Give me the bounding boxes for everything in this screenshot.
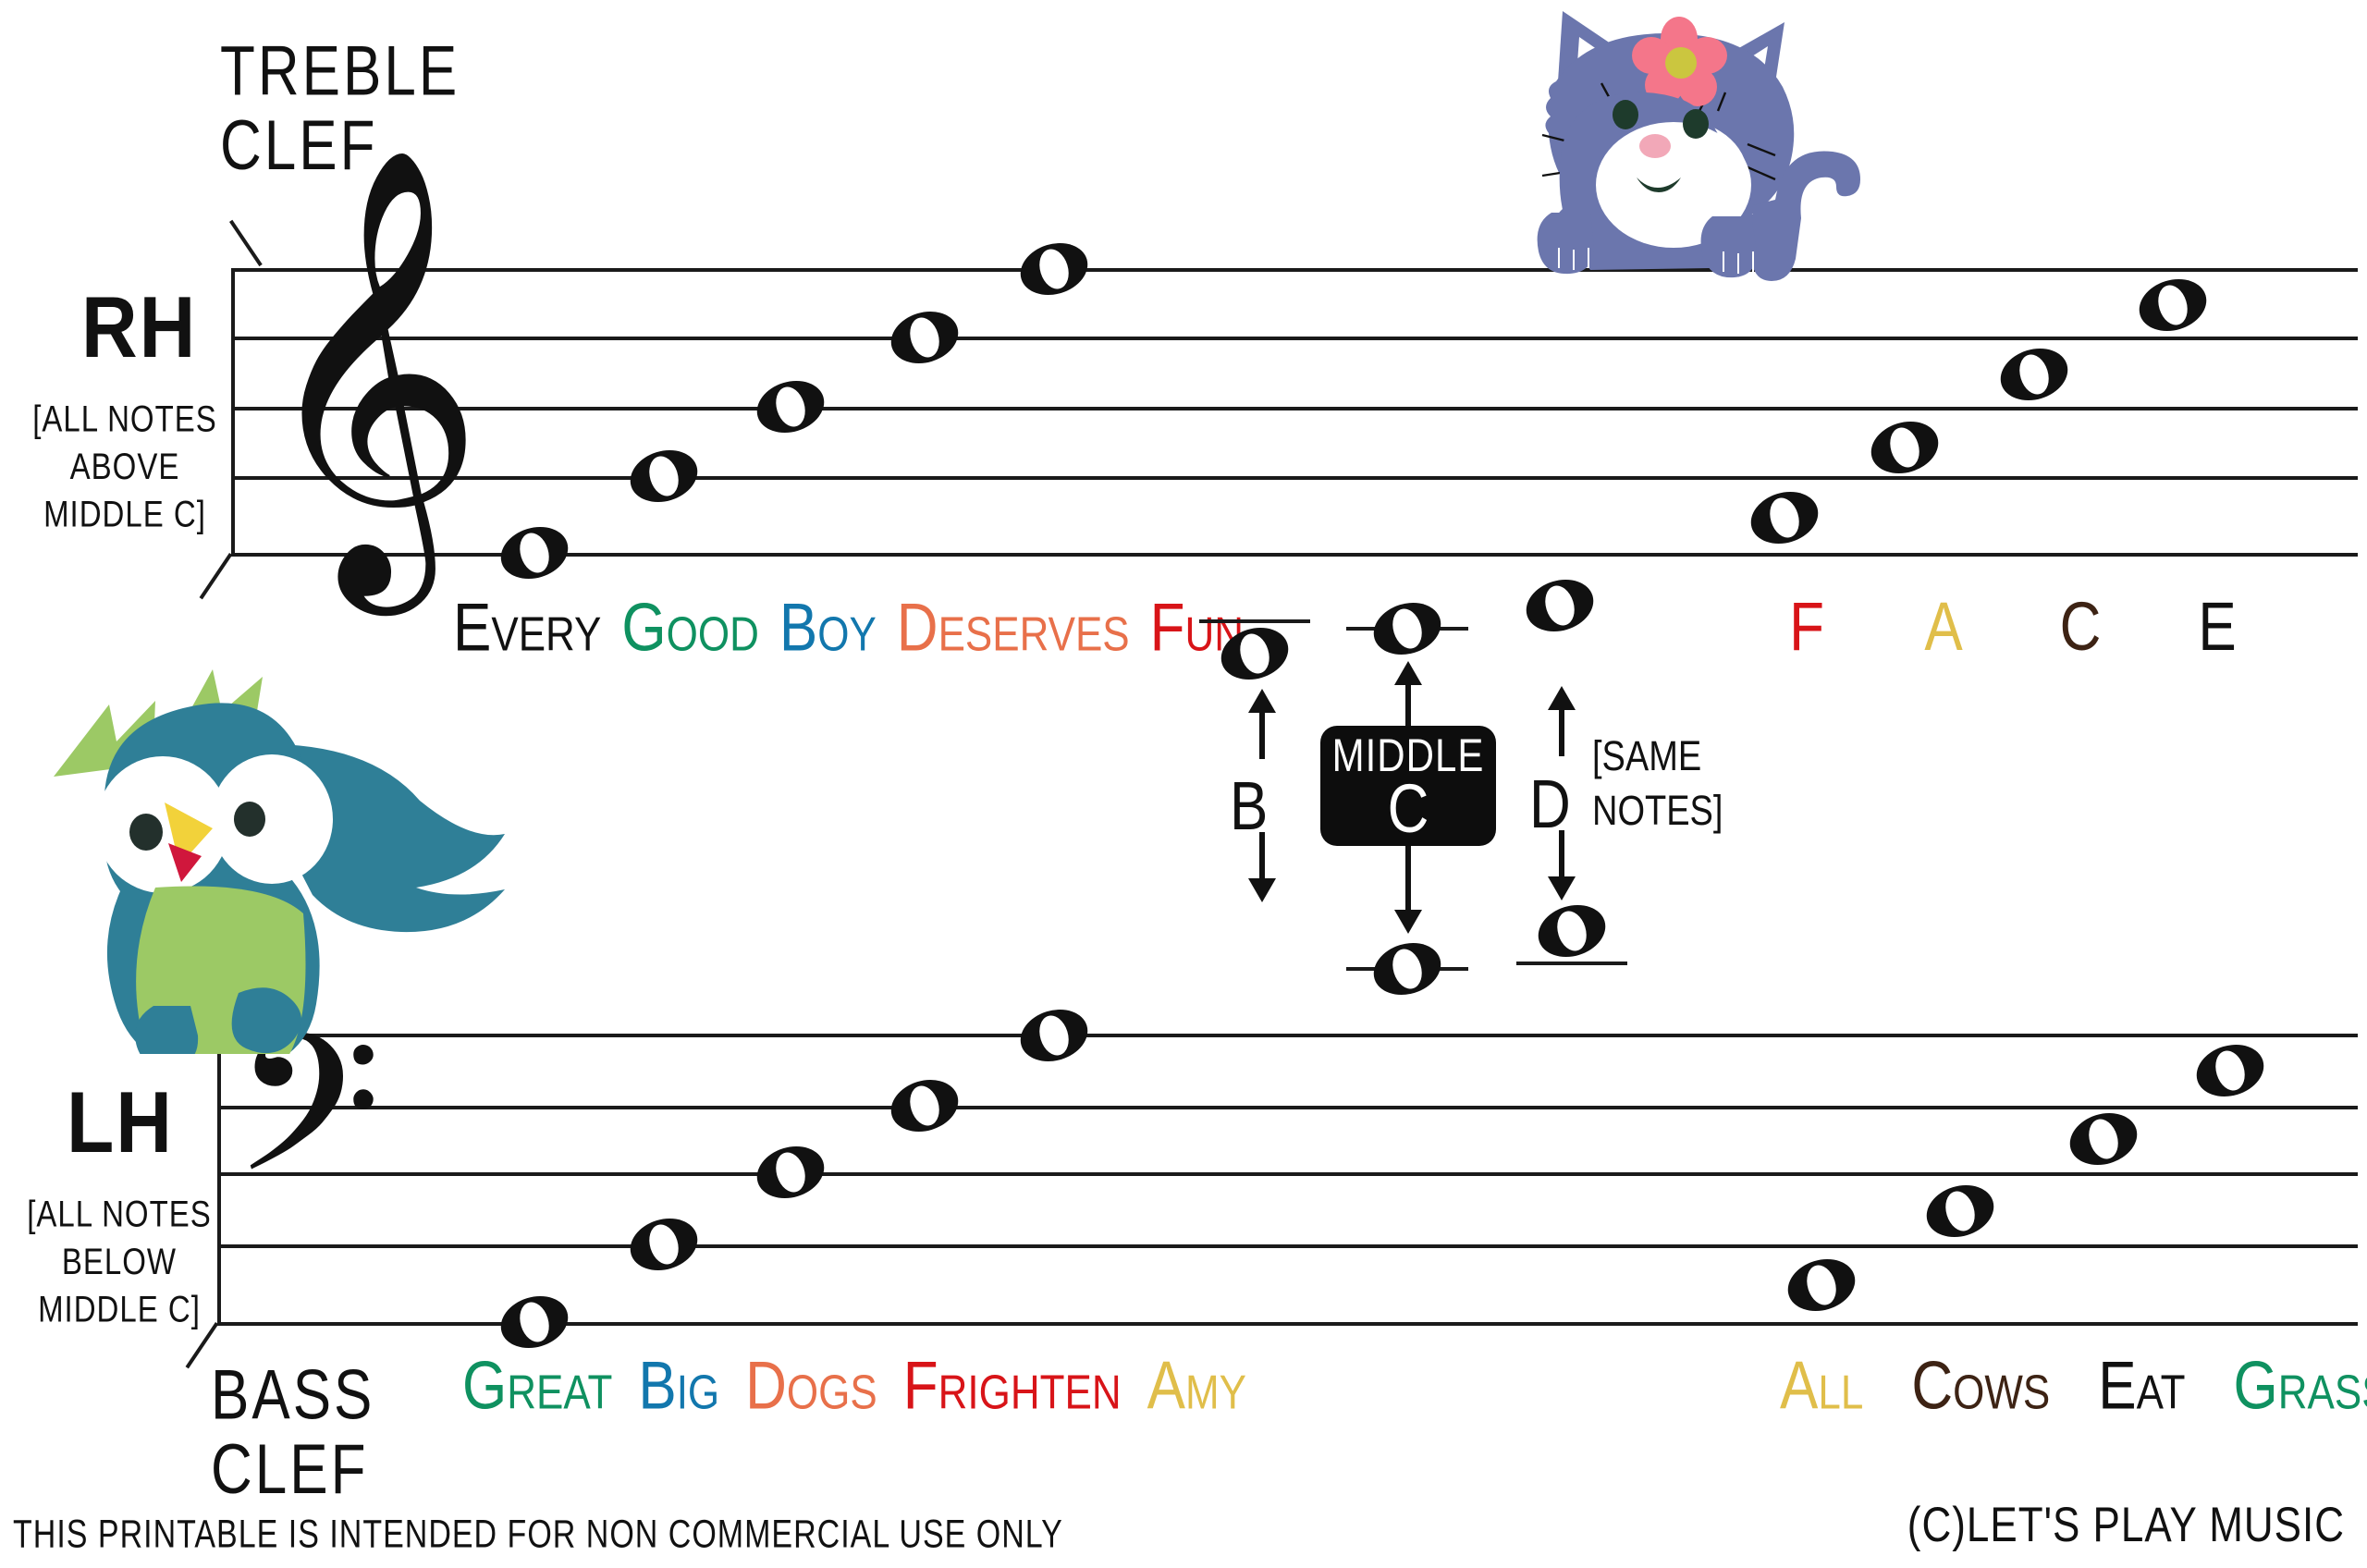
treble-line-mnemonic-word-4-initial: D: [896, 590, 938, 666]
left-hand-note: [ALL NOTES BELOW MIDDLE C]: [27, 1193, 212, 1329]
middle-note-C-treble: [1367, 594, 1448, 663]
bass-space-mnemonic-word-3-initial: E: [2098, 1348, 2137, 1424]
arrow-up-C: [1392, 661, 1424, 726]
footer-noncommercial-text: THIS PRINTABLE IS INTENDED FOR NON COMME…: [13, 1513, 1063, 1557]
treble-space-mnemonic-letter-4: E: [2198, 589, 2237, 666]
bass-space-mnemonic-word-2-rest: OWS: [1953, 1366, 2051, 1420]
bass-line-mnemonic-word-4-rest: RIGHTEN: [938, 1366, 1122, 1420]
bass-line-mnemonic-word-5: AMY: [1147, 1347, 1246, 1425]
bass-line-mnemonic-word-1-initial: G: [462, 1348, 508, 1424]
bass-space-mnemonic-word-4-initial: G: [2233, 1348, 2278, 1424]
owl-eye-right-white: [211, 754, 333, 884]
bass-line-mnemonic-word-2: BIG: [638, 1347, 719, 1425]
bass-line-mnemonic-word-1-rest: REAT: [507, 1366, 613, 1420]
treble-barline-left: [231, 268, 235, 557]
bass-staff: [185, 1034, 2358, 1369]
bass-space-mnemonic-word-3-rest: AT: [2136, 1366, 2186, 1420]
middle-note-D-bass: [1531, 897, 1613, 965]
bass-staff-line-5: [217, 1034, 2358, 1037]
printable-sheet: TREBLE CLEF RH [ALL NOTES ABOVE MIDDLE C…: [0, 0, 2367, 1568]
left-hand-label: LH: [67, 1073, 174, 1171]
bass-staff-line-4: [217, 1106, 2358, 1109]
bass-line-mnemonic-word-2-initial: B: [638, 1348, 677, 1424]
treble-space-mnemonic-letter-3: C: [2059, 589, 2102, 666]
right-hand-note: [ALL NOTES ABOVE MIDDLE C]: [32, 398, 217, 534]
bass-space-mnemonic-word-4: GRASS: [2234, 1347, 2367, 1425]
owl-eye-left-white: [96, 756, 229, 893]
arrow-down-C: [1392, 846, 1424, 934]
cat-illustration: [1537, 11, 1860, 281]
arrow-down-B: [1246, 832, 1278, 902]
treble-staff-line-3: [231, 407, 2358, 410]
middle-note-C-bass: [1367, 935, 1448, 1003]
middle-c-badge: MIDDLE C: [1320, 726, 1496, 846]
treble-space-mnemonic-letter-1: F: [1789, 589, 1824, 666]
treble-line-mnemonic-word-2-initial: G: [621, 590, 667, 666]
bass-line-mnemonic-word-3: DOGS: [745, 1347, 877, 1425]
treble-clef-icon: 𝄞: [255, 143, 485, 595]
middle-c-badge-letter: C: [1387, 771, 1429, 848]
bass-space-mnemonic-word-1-rest: LL: [1818, 1366, 1864, 1420]
middle-note-D-treble: [1519, 571, 1600, 640]
treble-staff-line-2: [231, 476, 2358, 480]
ledger-line-B: [1199, 619, 1310, 623]
treble-staff-line-5: [231, 268, 2358, 272]
bass-line-mnemonic-word-4: FRIGHTEN: [903, 1347, 1122, 1425]
bass-barline-left: [217, 1034, 221, 1322]
bass-space-mnemonic-word-3: EAT: [2098, 1347, 2185, 1425]
treble-line-mnemonic-word-2-rest: OOD: [666, 607, 759, 662]
owl-pupil-left: [129, 814, 163, 851]
bass-line-mnemonic-word-2-rest: IG: [676, 1366, 720, 1420]
arrow-down-D: [1546, 830, 1577, 900]
treble-staff: [199, 219, 2358, 600]
treble-line-mnemonic-word-3-initial: B: [779, 590, 818, 666]
treble-line-mnemonic: EVERY GOOD BOY DESERVES FUN: [453, 590, 1264, 667]
bass-line-mnemonic-word-5-initial: A: [1147, 1348, 1185, 1424]
treble-line-mnemonic-word-5-initial: F: [1149, 590, 1185, 666]
owl-illustration: [54, 669, 505, 1054]
bass-line-mnemonic-word-3-initial: D: [745, 1348, 787, 1424]
owl-pupil-right: [234, 802, 265, 837]
bass-line-mnemonic-word-5-rest: MY: [1184, 1366, 1246, 1420]
footer-copyright: (C)LET'S PLAY MUSIC: [1907, 1498, 2345, 1552]
bass-space-mnemonic-word-2-initial: C: [1911, 1348, 1954, 1424]
bass-line-mnemonic-word-1: GREAT: [462, 1347, 612, 1425]
ledger-line-D-bass: [1516, 962, 1627, 965]
bass-space-mnemonic-word-4-rest: RASS: [2277, 1366, 2367, 1420]
treble-line-mnemonic-word-3-rest: OY: [817, 607, 877, 662]
bass-space-mnemonic-word-2: COWS: [1911, 1347, 2050, 1425]
treble-line-mnemonic-word-4: DESERVES: [897, 589, 1130, 667]
bass-space-mnemonic: ALL COWS EAT GRASS: [1780, 1348, 2367, 1425]
bass-staff-line-3: [217, 1172, 2358, 1176]
bass-space-mnemonic-word-1-initial: A: [1780, 1348, 1819, 1424]
treble-line-mnemonic-word-1-initial: E: [453, 590, 492, 666]
bass-line-mnemonic: GREAT BIG DOGS FRIGHTEN AMY: [462, 1348, 1272, 1425]
bass-staff-line-2: [217, 1244, 2358, 1248]
bass-space-mnemonic-word-1: ALL: [1780, 1347, 1863, 1425]
treble-line-mnemonic-word-2: GOOD: [621, 589, 758, 667]
treble-line-mnemonic-word-3: BOY: [779, 589, 877, 667]
treble-brace-tick-bottom: [199, 553, 233, 600]
arrow-up-B: [1246, 689, 1278, 759]
treble-space-mnemonic-letter-2: A: [1924, 589, 1963, 666]
bass-clef-title: BASS CLEF: [211, 1356, 375, 1510]
treble-line-mnemonic-word-4-rest: ESERVES: [938, 607, 1130, 662]
treble-space-mnemonic: FACE: [1738, 589, 2286, 667]
right-hand-label: RH: [81, 278, 198, 376]
bass-line-mnemonic-word-3-rest: OGS: [786, 1366, 877, 1420]
treble-line-mnemonic-word-1-rest: VERY: [491, 607, 602, 662]
same-notes-label: [SAME NOTES]: [1592, 733, 1723, 836]
bass-line-mnemonic-word-4-initial: F: [902, 1348, 938, 1424]
arrow-up-D: [1546, 686, 1577, 756]
treble-line-mnemonic-word-1: EVERY: [453, 589, 601, 667]
treble-staff-line-4: [231, 337, 2358, 340]
